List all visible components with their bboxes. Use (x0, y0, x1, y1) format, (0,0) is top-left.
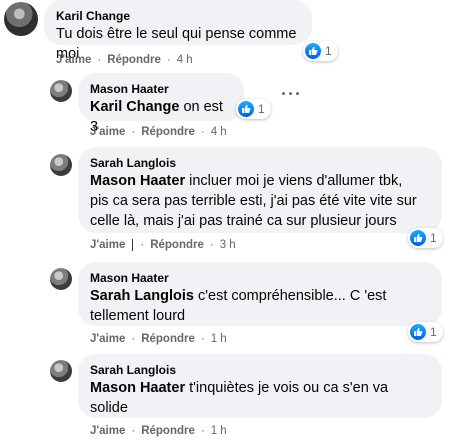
avatar[interactable] (4, 2, 38, 36)
reaction-badge[interactable]: 1 (236, 99, 271, 119)
comment-actions: J'aime · Répondre · 4 h (56, 54, 193, 66)
comment-actions: J'aime · Répondre · 1 h (90, 425, 227, 437)
reaction-count: 1 (258, 102, 265, 116)
reply-link[interactable]: Répondre (150, 239, 204, 251)
comment-author[interactable]: Mason Haater (90, 81, 232, 97)
timestamp[interactable]: 4 h (177, 54, 193, 66)
comment-text: Sarah Langlois c'est compréhensible... C… (90, 288, 387, 324)
text-cursor (132, 239, 134, 251)
comment-author[interactable]: Sarah Langlois (90, 155, 430, 171)
avatar[interactable] (50, 360, 72, 382)
comment-text: Mason Haater t'inquiètes je vois ou ca s… (90, 380, 389, 416)
more-options-icon[interactable]: ··· (281, 84, 302, 105)
like-link[interactable]: J'aime (90, 333, 125, 345)
comment-actions: J'aime · Répondre · 1 h (90, 333, 227, 345)
comment-bubble: Mason Haater Sarah Langlois c'est compré… (78, 262, 442, 326)
timestamp[interactable]: 3 h (220, 239, 236, 251)
comment-actions: J'aime · Répondre · 4 h (90, 126, 227, 138)
mention[interactable]: Mason Haater (90, 173, 185, 189)
thumbs-up-icon (410, 230, 426, 246)
like-link[interactable]: J'aime (56, 54, 91, 66)
comment-text: Mason Haater incluer moi je viens d'allu… (90, 173, 417, 229)
reaction-count: 1 (430, 325, 437, 339)
reaction-count: 1 (430, 231, 437, 245)
like-link[interactable]: J'aime (90, 239, 125, 251)
mention[interactable]: Karil Change (90, 99, 179, 115)
reply-link[interactable]: Répondre (141, 126, 195, 138)
comment-author[interactable]: Mason Haater (90, 270, 430, 286)
comment-bubble: Sarah Langlois Mason Haater t'inquiètes … (78, 354, 442, 418)
comment-actions: J'aime · Répondre · 3 h (90, 239, 236, 251)
reaction-badge[interactable]: 1 (408, 228, 443, 248)
like-link[interactable]: J'aime (90, 126, 125, 138)
reply-link[interactable]: Répondre (141, 425, 195, 437)
reaction-count: 1 (325, 44, 332, 58)
avatar[interactable] (50, 268, 72, 290)
reply-link[interactable]: Répondre (141, 333, 195, 345)
timestamp[interactable]: 1 h (211, 333, 227, 345)
mention[interactable]: Mason Haater (90, 380, 185, 396)
thumbs-up-icon (410, 324, 426, 340)
comment-bubble: Karil Change Tu dois être le seul qui pe… (44, 0, 312, 62)
thumbs-up-icon (305, 43, 321, 59)
like-link[interactable]: J'aime (90, 425, 125, 437)
reaction-badge[interactable]: 1 (303, 41, 338, 61)
thumbs-up-icon (238, 101, 254, 117)
timestamp[interactable]: 4 h (211, 126, 227, 138)
comment-bubble: Sarah Langlois Mason Haater incluer moi … (78, 147, 442, 233)
timestamp[interactable]: 1 h (211, 425, 227, 437)
avatar[interactable] (50, 154, 72, 176)
mention[interactable]: Sarah Langlois (90, 288, 194, 304)
reaction-badge[interactable]: 1 (408, 322, 443, 342)
comment-bubble: Mason Haater Karil Change on est 3 (78, 73, 244, 135)
reply-link[interactable]: Répondre (107, 54, 161, 66)
comment-author[interactable]: Sarah Langlois (90, 362, 430, 378)
avatar[interactable] (50, 80, 72, 102)
comment-author[interactable]: Karil Change (56, 8, 300, 24)
